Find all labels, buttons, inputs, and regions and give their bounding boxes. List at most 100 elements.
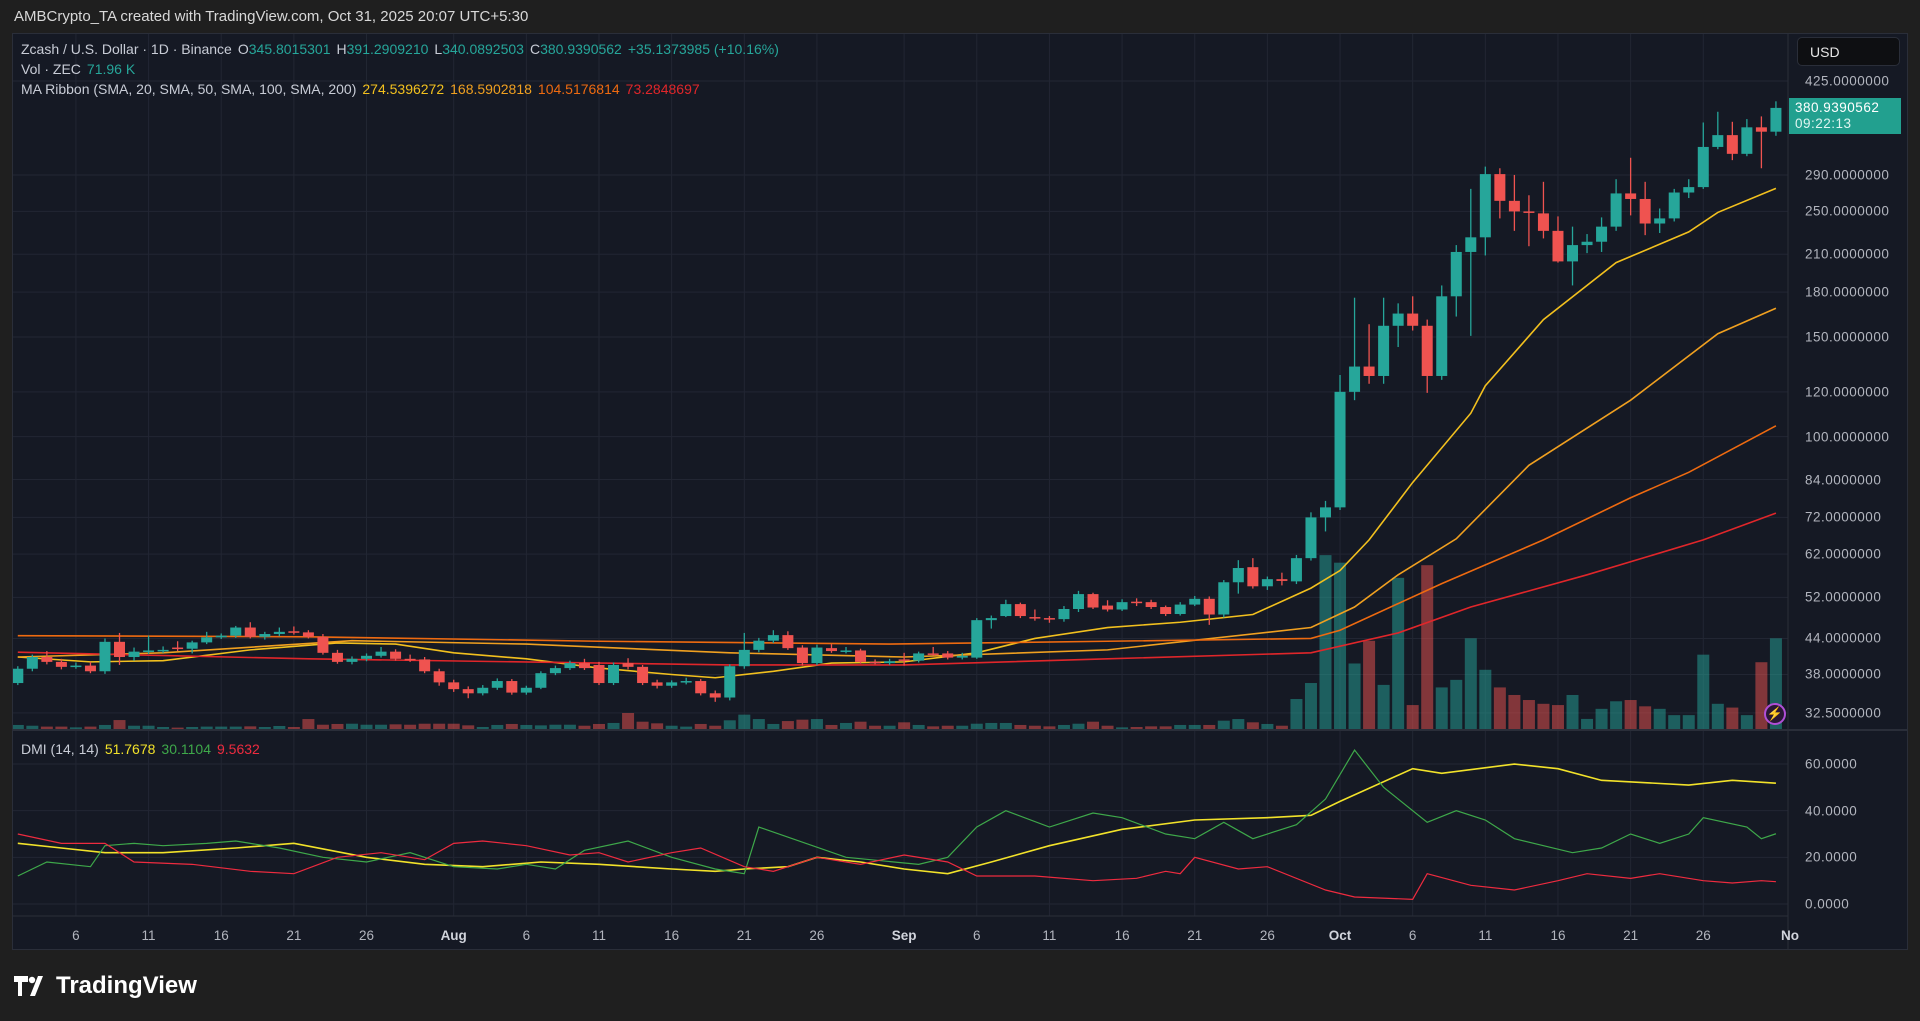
candle [1363,324,1375,384]
candle-body [1232,568,1244,583]
candle-body [840,650,852,652]
volume-bar [534,725,547,729]
candle-body [520,687,532,693]
volume-bar [1028,725,1041,729]
candle-body [782,635,794,649]
volume-bar [1435,687,1448,729]
candle-body [1174,604,1186,615]
candle-body [1567,245,1579,262]
candle-body [13,668,24,684]
volume-bar [1639,706,1652,729]
lightning-icon[interactable]: ⚡ [1764,703,1786,725]
candle [520,685,532,695]
candle [1232,560,1244,594]
high-value: 391.2909210 [346,41,429,57]
currency-selector[interactable]: USD [1797,37,1900,66]
candle [927,646,939,656]
candle-body [971,620,983,658]
candle-body [244,627,256,637]
candle-body [99,641,111,672]
volume-label[interactable]: Vol · ZEC [21,61,81,77]
candle [506,679,518,695]
candle-body [491,681,503,688]
volume-bar [985,722,998,729]
candle-body [680,681,692,683]
sma50-value: 168.5902818 [450,81,532,97]
volume-bar [345,723,358,729]
dmi-label[interactable]: DMI (14, 14) [21,741,99,757]
symbol-title[interactable]: Zcash / U.S. Dollar · 1D · Binance [21,41,232,57]
candle [855,648,867,664]
candle [462,686,474,699]
candle-body [1145,602,1157,608]
candle [811,644,823,665]
open-value: 345.8015301 [248,41,331,57]
candle [331,649,343,664]
price-axis-label: 180.0000000 [1805,284,1890,300]
ma-line-sma100 [17,425,1777,645]
time-axis-label: 21 [286,928,302,943]
candle-body [361,655,373,659]
volume-bar [709,725,722,729]
candle [593,661,605,686]
candle [884,658,896,665]
volume-bar [1014,724,1027,729]
ma-ribbon [17,187,1777,679]
volume-bar [665,725,678,729]
candle [1116,599,1128,611]
candle-body [1087,594,1099,608]
candle [375,646,387,658]
candle-body [535,673,547,688]
chart-canvas[interactable] [0,0,1920,1021]
volume-bar [302,719,315,729]
candle-body [1160,607,1172,615]
last-price-tag: 380.9390562 09:22:13 [1789,98,1901,134]
candle [767,630,779,643]
high-label: H [336,41,347,57]
ma-ribbon-label[interactable]: MA Ribbon (SMA, 20, SMA, 50, SMA, 100, S… [21,81,356,97]
volume-bar [84,726,97,729]
volume-bar [1217,720,1230,729]
volume-bar [1145,726,1158,729]
volume-bar [607,722,620,729]
sma100-value: 104.5176814 [537,81,620,97]
candle-body [622,663,634,667]
time-axis-label: 6 [973,928,981,943]
candle-body [549,668,561,674]
volume-bar [1057,724,1070,729]
candle [796,645,808,666]
candle-body [738,649,750,667]
price-axis-label: 150.0000000 [1805,329,1890,345]
tradingview-logo[interactable]: TradingView [14,972,197,1000]
volume-bar [593,723,605,729]
volume-bar [13,724,24,729]
candle [99,638,111,674]
candle [1392,303,1404,348]
candle [1755,116,1767,169]
candle-body [1712,135,1724,147]
volume-bar [171,727,184,729]
candle [1479,166,1491,256]
volume-bar [1726,707,1739,729]
last-price: 380.9390562 [1795,100,1880,115]
candle [1770,101,1782,136]
candle [1726,121,1738,161]
candle [317,634,329,655]
volume-bar [1275,725,1288,729]
candle [244,622,256,639]
time-axis-label: 21 [1187,928,1203,943]
candle [578,658,590,670]
volume-bar [549,724,562,729]
time-axis-label: 16 [1550,928,1566,943]
candle [273,627,285,637]
candle-body [1072,594,1084,610]
candle-body [1131,601,1143,604]
volume-bar [1682,715,1695,729]
time-axis-label: Oct [1328,928,1352,943]
volume-bar [55,726,68,729]
price-axis-label: 120.0000000 [1805,384,1890,400]
volume-bar [1072,723,1085,729]
candle [13,666,24,686]
candle [1421,319,1433,393]
candle [782,631,794,650]
